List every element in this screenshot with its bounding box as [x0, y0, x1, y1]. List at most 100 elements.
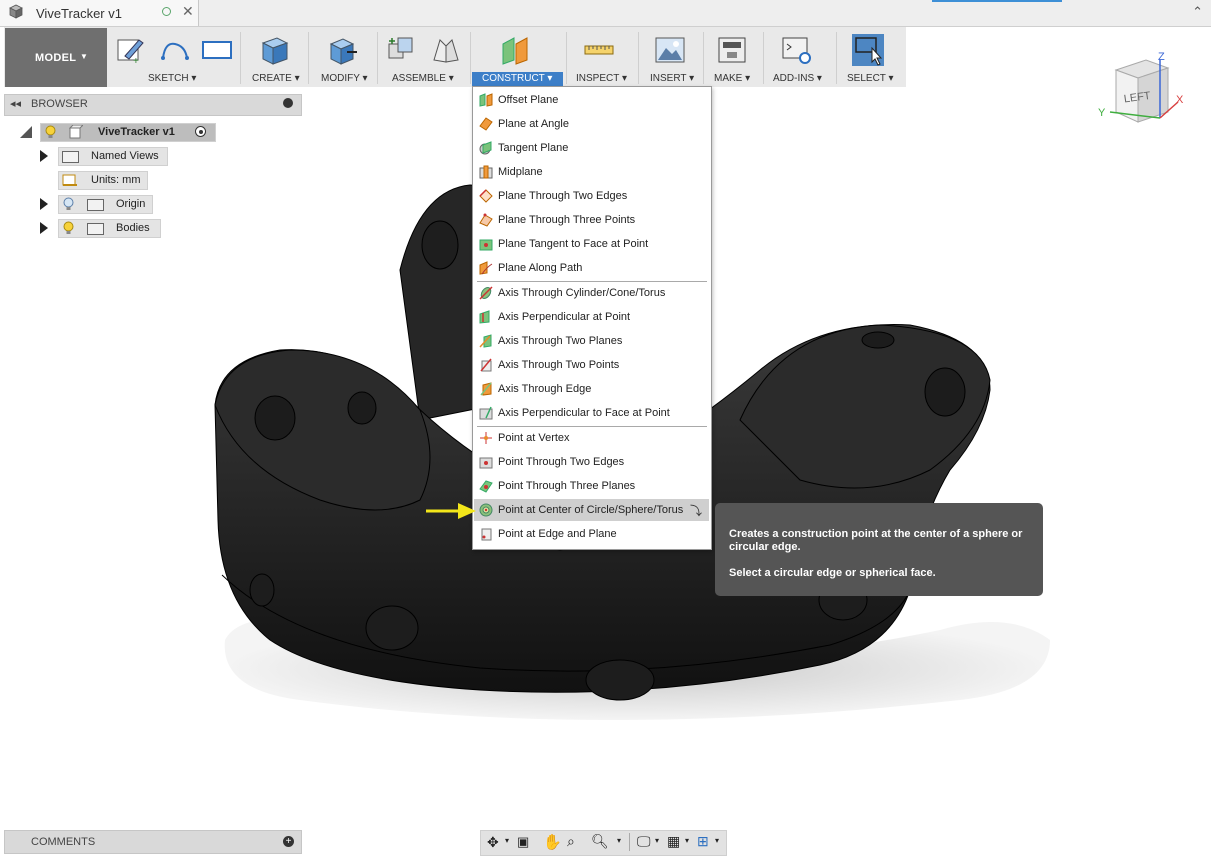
fit-zoom-icon[interactable]: 🔍︎ — [591, 833, 609, 850]
rectangle-sketch-icon[interactable] — [201, 34, 233, 66]
menu-item-point-at-edge-and-plane[interactable]: Point at Edge and Plane — [474, 523, 709, 545]
pan-hand-icon[interactable]: ✋ — [543, 833, 562, 851]
toolbar-inspect[interactable]: INSPECT ▾ — [576, 73, 627, 84]
menu-item-tangent-plane[interactable]: Tangent Plane — [474, 137, 709, 159]
browser-item-named-views[interactable]: Named Views — [58, 147, 168, 166]
menu-item-plane-at-angle[interactable]: Plane at Angle — [474, 113, 709, 135]
viewports-dropdown-icon[interactable]: ▾ — [715, 836, 719, 845]
viewports-icon[interactable]: ⊞ — [697, 833, 709, 850]
progress-indicator — [932, 0, 1062, 2]
menu-item-plane-through-three-points[interactable]: Plane Through Three Points — [474, 209, 709, 231]
zoom-icon[interactable]: ⌕ — [567, 833, 575, 850]
menu-item-plane-tangent-to-face[interactable]: Plane Tangent to Face at Point — [474, 233, 709, 255]
menu-item-plane-along-path[interactable]: Plane Along Path — [474, 257, 709, 279]
create-sketch-icon[interactable]: + — [115, 34, 147, 66]
toolbar-make[interactable]: MAKE ▾ — [714, 73, 750, 84]
grid-icon[interactable]: ▦ — [667, 833, 680, 850]
units-ruler-icon — [62, 174, 77, 186]
menu-item-axis-through-cylinder[interactable]: Axis Through Cylinder/Cone/Torus — [474, 282, 709, 304]
workspace-switcher[interactable]: MODEL ▼ — [5, 28, 107, 87]
tooltip-description: Creates a construction point at the cent… — [729, 528, 1023, 553]
offset-plane-icon — [479, 93, 493, 107]
orbit-icon[interactable]: ✥ — [487, 834, 499, 851]
browser-item-origin[interactable]: Origin — [58, 195, 153, 214]
menu-item-offset-plane[interactable]: Offset Plane — [474, 89, 709, 111]
chevron-up-icon[interactable]: ⌃ — [1192, 4, 1203, 20]
toolbar-select[interactable]: SELECT ▾ — [847, 73, 894, 84]
assemble-icon[interactable] — [386, 34, 418, 66]
menu-item-point-at-vertex[interactable]: Point at Vertex — [474, 427, 709, 449]
add-comment-icon[interactable]: + — [283, 836, 294, 847]
menu-item-midplane[interactable]: Midplane — [474, 161, 709, 183]
toolbar-modify[interactable]: MODIFY ▾ — [321, 73, 368, 84]
menu-item-plane-through-two-edges[interactable]: Plane Through Two Edges — [474, 185, 709, 207]
orbit-dropdown-icon[interactable]: ▾ — [505, 836, 509, 845]
3d-print-icon[interactable] — [716, 34, 748, 66]
scripts-icon[interactable] — [781, 34, 813, 66]
expand-triangle-icon[interactable] — [40, 198, 48, 210]
axis-z-label: Z — [1158, 51, 1165, 63]
menu-item-axis-perpendicular-at-point[interactable]: Axis Perpendicular at Point — [474, 306, 709, 328]
lightbulb-off-icon[interactable] — [62, 197, 75, 211]
document-tab[interactable]: ViveTracker v1 ✕ — [0, 0, 199, 26]
menu-item-point-through-three-planes[interactable]: Point Through Three Planes — [474, 475, 709, 497]
grid-dropdown-icon[interactable]: ▾ — [685, 836, 689, 845]
plane-along-path-icon — [479, 261, 493, 275]
tooltip-expand-icon: ⤵ — [690, 504, 703, 518]
expand-triangle-icon[interactable] — [40, 150, 48, 162]
browser-item-bodies[interactable]: Bodies — [58, 219, 161, 238]
lightbulb-icon[interactable] — [44, 125, 57, 139]
display-dropdown-icon[interactable]: ▾ — [655, 836, 659, 845]
joint-icon[interactable] — [430, 34, 462, 66]
viewcube[interactable]: LEFT Z X Y — [1098, 50, 1188, 130]
toolbar-create[interactable]: CREATE ▾ — [252, 73, 300, 84]
point-vertex-icon — [480, 432, 492, 444]
toolbar-construct[interactable]: CONSTRUCT ▾ — [482, 73, 552, 84]
annotation-arrow — [426, 503, 476, 519]
insert-image-icon[interactable] — [654, 34, 686, 66]
document-tab-title: ViveTracker v1 — [36, 6, 122, 21]
activate-component-icon[interactable] — [195, 126, 206, 137]
collapse-browser-icon[interactable]: ◂◂ — [10, 97, 21, 110]
menu-item-axis-through-two-points[interactable]: Axis Through Two Points — [474, 354, 709, 376]
measure-icon[interactable] — [583, 34, 615, 66]
browser-panel-header[interactable]: ◂◂ BROWSER — [4, 94, 302, 116]
construct-plane-icon[interactable] — [500, 34, 532, 66]
arc-sketch-icon[interactable] — [159, 34, 191, 66]
plane-at-angle-icon — [479, 117, 493, 131]
menu-item-axis-through-edge[interactable]: Axis Through Edge — [474, 378, 709, 400]
menu-item-point-through-two-edges[interactable]: Point Through Two Edges — [474, 451, 709, 473]
menu-item-point-at-center[interactable]: Point at Center of Circle/Sphere/Torus ⤵ — [474, 499, 709, 521]
zoom-dropdown-icon[interactable]: ▾ — [617, 836, 621, 845]
create-box-icon[interactable] — [259, 34, 291, 66]
toolbar-assemble[interactable]: ASSEMBLE ▾ — [392, 73, 454, 84]
expand-triangle-icon[interactable] — [40, 222, 48, 234]
toolbar-add-ins[interactable]: ADD-INS ▾ — [773, 73, 822, 84]
toolbar-divider — [703, 32, 704, 84]
menu-item-axis-perpendicular-to-face[interactable]: Axis Perpendicular to Face at Point — [474, 402, 709, 424]
close-tab-icon[interactable]: ✕ — [182, 3, 194, 20]
select-cursor-icon[interactable] — [852, 34, 884, 66]
plane-two-edges-icon — [479, 189, 493, 203]
axis-two-points-icon — [480, 358, 492, 372]
modify-icon[interactable] — [327, 34, 359, 66]
menu-item-axis-through-two-planes[interactable]: Axis Through Two Planes — [474, 330, 709, 352]
minimize-panel-icon[interactable] — [283, 98, 293, 108]
command-tooltip: Creates a construction point at the cent… — [715, 503, 1043, 596]
axis-perp-face-icon — [479, 406, 493, 420]
browser-item-label: Named Views — [91, 150, 159, 162]
expanded-triangle-icon[interactable] — [20, 126, 32, 138]
toolbar-sketch[interactable]: SKETCH ▾ — [148, 73, 196, 84]
lightbulb-icon[interactable] — [62, 221, 75, 235]
browser-root-node[interactable]: ViveTracker v1 — [40, 123, 216, 142]
comments-panel-header[interactable]: COMMENTS + — [4, 830, 302, 854]
display-settings-icon[interactable]: 🖵︎ — [637, 833, 651, 850]
look-at-icon[interactable]: ▣ — [517, 834, 529, 850]
svg-text:+: + — [133, 56, 139, 66]
nav-divider — [629, 833, 630, 851]
construct-dropdown-menu: Offset Plane Plane at Angle Tangent Plan… — [472, 86, 712, 550]
plane-three-points-icon — [479, 213, 493, 227]
browser-item-units[interactable]: Units: mm — [58, 171, 148, 190]
axis-edge-icon — [480, 382, 492, 396]
toolbar-insert[interactable]: INSERT ▾ — [650, 73, 694, 84]
